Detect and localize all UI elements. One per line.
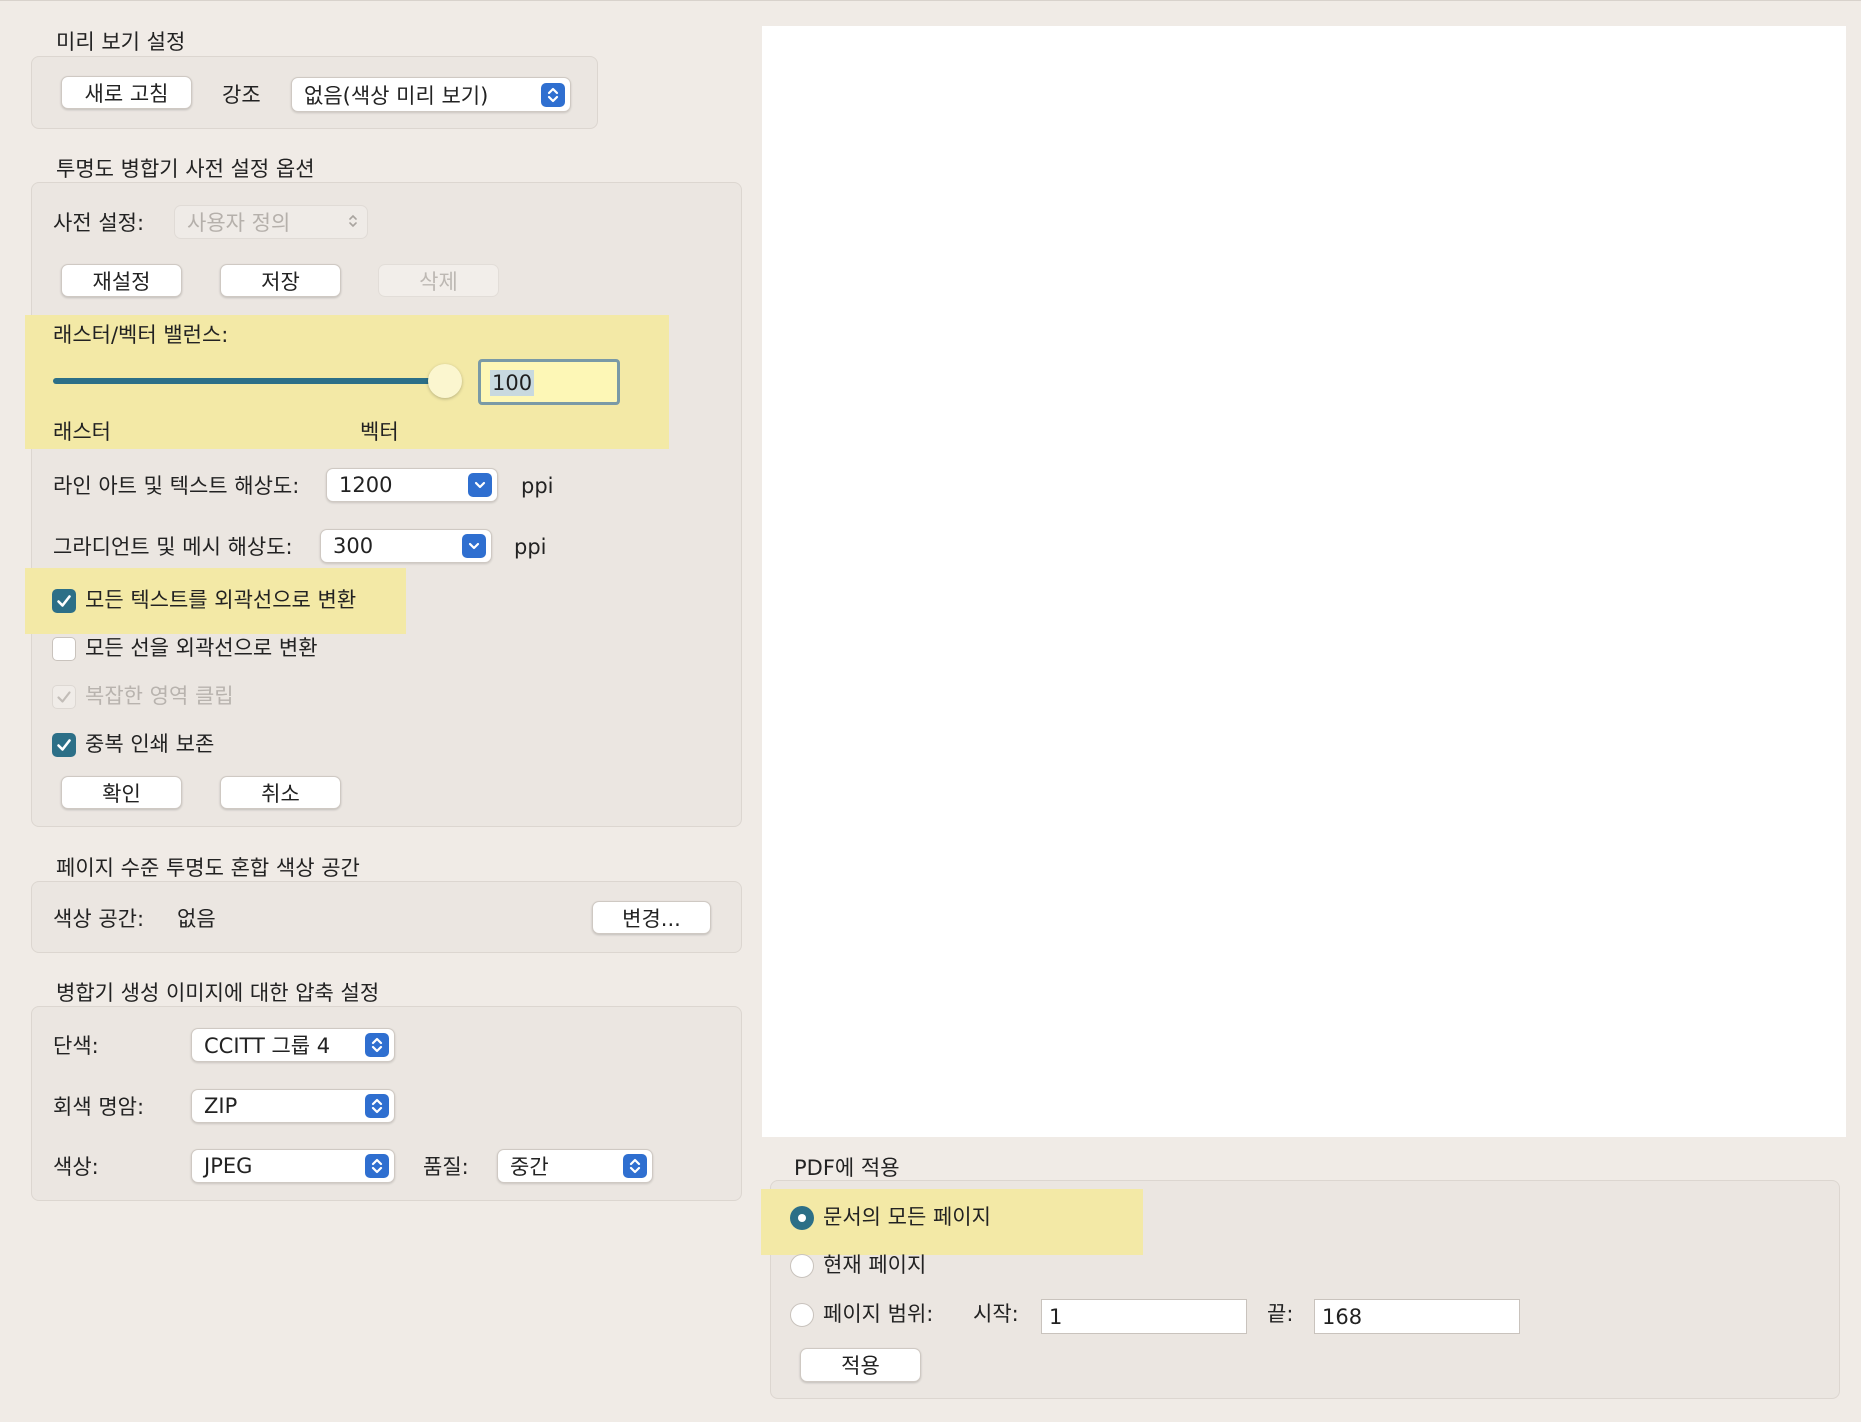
lineart-resolution-label: 라인 아트 및 텍스트 해상도:	[53, 474, 300, 498]
preset-select-value: 사용자 정의	[187, 211, 291, 235]
current-page-label: 현재 페이지	[823, 1253, 927, 1277]
delete-button[interactable]: 삭제	[378, 264, 499, 297]
range-start-label: 시작:	[973, 1302, 1019, 1326]
checkmark-icon	[57, 691, 71, 703]
colorspace-section-title: 페이지 수준 투명도 혼합 색상 공간	[56, 856, 360, 880]
checkmark-icon	[57, 595, 71, 607]
change-colorspace-button[interactable]: 변경...	[592, 901, 711, 934]
grayscale-value: ZIP	[204, 1094, 238, 1118]
updown-chevron-icon	[347, 210, 359, 234]
preview-canvas[interactable]	[762, 26, 1846, 1137]
gradient-unit: ppi	[514, 535, 547, 559]
updown-chevron-icon	[541, 82, 565, 107]
color-select[interactable]: JPEG	[191, 1149, 395, 1183]
apply-section-title: PDF에 적용	[794, 1156, 900, 1180]
gradient-resolution-label: 그라디언트 및 메시 해상도:	[53, 535, 293, 559]
highlight-select[interactable]: 없음(색상 미리 보기)	[291, 77, 571, 112]
highlight-label: 강조	[222, 83, 261, 107]
outline-strokes-checkbox[interactable]	[52, 637, 76, 661]
monochrome-select[interactable]: CCITT 그룹 4	[191, 1028, 395, 1062]
updown-chevron-icon	[365, 1094, 389, 1118]
reset-button[interactable]: 재설정	[61, 264, 182, 297]
highlight-select-value: 없음(색상 미리 보기)	[304, 83, 489, 108]
checkmark-icon	[57, 739, 71, 751]
chevron-down-icon	[468, 473, 492, 497]
all-pages-label: 문서의 모든 페이지	[823, 1205, 991, 1229]
cancel-button[interactable]: 취소	[220, 776, 341, 809]
lineart-resolution-value: 1200	[339, 473, 393, 497]
range-end-label: 끝:	[1267, 1302, 1294, 1326]
flattener-section-title: 투명도 병합기 사전 설정 옵션	[56, 157, 315, 181]
outline-text-label: 모든 텍스트를 외곽선으로 변환	[85, 588, 357, 612]
quality-label: 품질:	[423, 1155, 469, 1179]
refresh-button[interactable]: 새로 고침	[61, 76, 192, 109]
raster-label: 래스터	[53, 420, 111, 444]
balance-slider-track[interactable]	[53, 378, 445, 384]
range-start-field[interactable]: 1	[1041, 1299, 1247, 1334]
colorspace-label: 색상 공간:	[53, 907, 145, 931]
save-button[interactable]: 저장	[220, 264, 341, 297]
quality-select[interactable]: 중간	[497, 1149, 653, 1183]
color-value: JPEG	[204, 1154, 253, 1178]
grayscale-select[interactable]: ZIP	[191, 1089, 395, 1123]
range-end-field[interactable]: 168	[1314, 1299, 1520, 1334]
current-page-radio[interactable]	[790, 1254, 814, 1278]
grayscale-label: 회색 명암:	[53, 1095, 145, 1119]
preset-select[interactable]: 사용자 정의	[174, 205, 368, 239]
preserve-overprint-checkbox[interactable]	[52, 733, 76, 757]
chevron-down-icon	[462, 534, 486, 558]
gradient-resolution-value: 300	[333, 534, 374, 558]
preserve-overprint-label: 중복 인쇄 보존	[85, 732, 215, 756]
outline-strokes-label: 모든 선을 외곽선으로 변환	[85, 636, 318, 660]
monochrome-value: CCITT 그룹 4	[204, 1034, 331, 1058]
clip-complex-checkbox[interactable]	[52, 685, 76, 709]
ok-button[interactable]: 확인	[61, 776, 182, 809]
lineart-resolution-select[interactable]: 1200	[326, 468, 498, 502]
page-range-label: 페이지 범위:	[823, 1302, 934, 1326]
compression-section-title: 병합기 생성 이미지에 대한 압축 설정	[56, 981, 380, 1005]
preset-label: 사전 설정:	[53, 211, 145, 235]
balance-label: 래스터/벡터 밸런스:	[53, 323, 229, 347]
all-pages-radio[interactable]	[790, 1206, 814, 1230]
preview-section-title: 미리 보기 설정	[56, 30, 186, 54]
colorspace-value: 없음	[177, 907, 216, 931]
updown-chevron-icon	[365, 1154, 389, 1178]
quality-value: 중간	[510, 1155, 549, 1179]
color-label: 색상:	[53, 1155, 99, 1179]
monochrome-label: 단색:	[53, 1034, 99, 1058]
outline-text-checkbox[interactable]	[52, 589, 76, 613]
vector-label: 벡터	[360, 420, 399, 444]
balance-slider-knob[interactable]	[428, 364, 462, 398]
gradient-resolution-select[interactable]: 300	[320, 529, 492, 563]
balance-value-field[interactable]: 100	[478, 359, 620, 405]
updown-chevron-icon	[623, 1154, 647, 1178]
top-border	[0, 0, 1861, 1]
balance-value-text: 100	[490, 370, 535, 396]
page-range-radio[interactable]	[790, 1303, 814, 1327]
lineart-unit: ppi	[521, 474, 554, 498]
apply-button[interactable]: 적용	[800, 1348, 921, 1382]
clip-complex-label: 복잡한 영역 클립	[85, 684, 234, 708]
updown-chevron-icon	[365, 1033, 389, 1057]
